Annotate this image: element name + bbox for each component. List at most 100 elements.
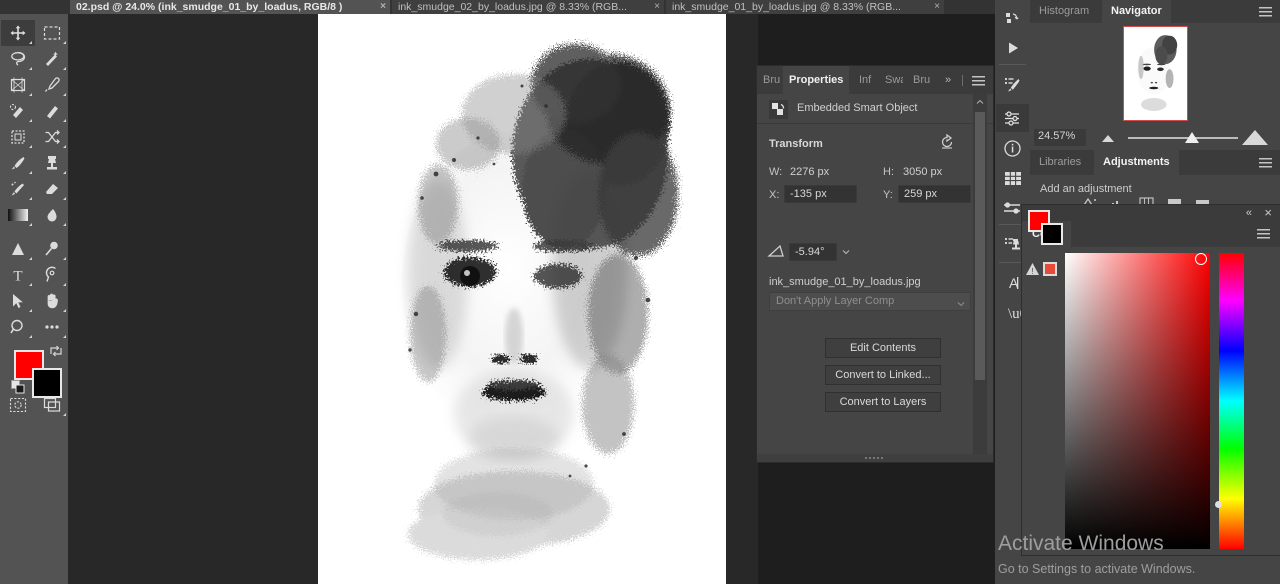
adjustments-tab-bar: Libraries Adjustments bbox=[1030, 150, 1280, 175]
eyedropper-tool[interactable] bbox=[35, 72, 69, 98]
adjustments-menu-icon[interactable] bbox=[1259, 158, 1272, 171]
properties-scrollbar[interactable] bbox=[973, 94, 987, 462]
navigator-footer: 24.57% bbox=[1030, 126, 1280, 150]
properties-panel: Bru Properties Inf Swa Bru » Embedded Sm… bbox=[757, 66, 993, 462]
color-hue-strip[interactable] bbox=[1219, 253, 1244, 549]
close-icon[interactable]: × bbox=[1264, 204, 1272, 222]
y-input[interactable]: 259 px bbox=[898, 185, 971, 203]
artboard[interactable] bbox=[318, 14, 726, 584]
color-field-marker[interactable] bbox=[1195, 253, 1207, 265]
crop-tool[interactable] bbox=[1, 72, 35, 98]
dodge-tool[interactable] bbox=[1, 236, 35, 262]
zoom-tool[interactable] bbox=[1, 314, 35, 340]
history-icon[interactable] bbox=[996, 4, 1029, 32]
lasso-tool[interactable] bbox=[1, 46, 35, 72]
swap-colors-icon[interactable] bbox=[49, 344, 63, 358]
convert-to-layers-button[interactable]: Convert to Layers bbox=[825, 392, 941, 412]
tab-libraries[interactable]: Libraries bbox=[1030, 150, 1090, 175]
tab-info[interactable]: Inf bbox=[853, 66, 875, 94]
edit-contents-button[interactable]: Edit Contents bbox=[825, 338, 941, 358]
smart-object-filename: ink_smudge_01_by_loadus.jpg bbox=[769, 276, 921, 288]
layer-comp-chevron-down-icon bbox=[957, 297, 965, 314]
properties-menu-icon[interactable] bbox=[972, 76, 985, 89]
layer-comp-value: Don't Apply Layer Comp bbox=[776, 295, 895, 307]
height-value[interactable]: 3050 px bbox=[903, 166, 942, 178]
tab-adjustments[interactable]: Adjustments bbox=[1094, 150, 1179, 175]
move-tool[interactable] bbox=[1, 20, 35, 46]
x-label: X: bbox=[769, 189, 780, 201]
color-hue-marker[interactable] bbox=[1215, 501, 1222, 508]
tabbar-divider bbox=[962, 75, 963, 86]
brush-tool[interactable] bbox=[1, 150, 35, 176]
document-tab-3[interactable]: ink_smudge_01_by_loadus.jpg @ 8.33% (RGB… bbox=[666, 0, 944, 14]
document-tab-3-close-icon[interactable]: × bbox=[934, 0, 940, 14]
healing-brush-tool[interactable] bbox=[35, 98, 69, 124]
smart-object-icon bbox=[769, 100, 788, 119]
spot-healing-brush-tool[interactable] bbox=[1, 98, 35, 124]
navigator-zoom-slider-handle[interactable] bbox=[1183, 129, 1201, 148]
properties-panel-tab-bar: Bru Properties Inf Swa Bru » bbox=[757, 66, 993, 94]
color-gradient-field[interactable] bbox=[1065, 253, 1210, 549]
tab-navigator[interactable]: Navigator bbox=[1102, 0, 1171, 23]
zoom-out-icon[interactable] bbox=[1098, 130, 1118, 147]
history-brush-tool[interactable] bbox=[1, 176, 35, 202]
convert-to-linked-button[interactable]: Convert to Linked... bbox=[825, 365, 941, 385]
brush-settings-icon[interactable] bbox=[996, 70, 1029, 98]
document-tab-2-close-icon[interactable]: × bbox=[654, 0, 660, 14]
blur-tool[interactable] bbox=[35, 202, 69, 228]
clone-stamp-tool[interactable] bbox=[35, 150, 69, 176]
horizontal-type-tool[interactable]: T bbox=[1, 262, 35, 288]
gradient-tool[interactable] bbox=[1, 202, 35, 228]
frame-tool[interactable] bbox=[1, 124, 35, 150]
color-panel-titlebar[interactable]: « × bbox=[1022, 205, 1280, 221]
panel-resize-grip[interactable] bbox=[757, 454, 993, 462]
quick-mask-tool[interactable] bbox=[1, 392, 35, 418]
watermark-title: Activate Windows bbox=[998, 532, 1164, 555]
width-value[interactable]: 2276 px bbox=[790, 166, 829, 178]
tab-swatches[interactable]: Swa bbox=[879, 66, 903, 94]
eraser-tool[interactable] bbox=[35, 176, 69, 202]
path-selection-tool[interactable] bbox=[1, 288, 35, 314]
document-tab-1[interactable]: 02.psd @ 24.0% (ink_smudge_01_by_loadus,… bbox=[70, 0, 390, 14]
x-input[interactable]: -135 px bbox=[784, 185, 857, 203]
color-menu-icon[interactable] bbox=[1257, 229, 1270, 242]
scroll-up-icon[interactable] bbox=[976, 97, 984, 105]
screen-mode-tool[interactable] bbox=[35, 392, 69, 418]
watermark-subtitle: Go to Settings to activate Windows. bbox=[998, 562, 1196, 576]
rectangular-marquee-tool[interactable] bbox=[35, 20, 69, 46]
windows-activation-watermark: Activate Windows Go to Settings to activ… bbox=[998, 532, 1280, 578]
gamut-warning-swatch[interactable] bbox=[1043, 262, 1057, 276]
tab-histogram[interactable]: Histogram bbox=[1030, 0, 1098, 23]
object-selection-tool[interactable] bbox=[35, 46, 69, 72]
reset-arrow-icon[interactable] bbox=[939, 133, 955, 150]
tab-brushes-2[interactable]: Bru bbox=[907, 66, 931, 94]
adjustments-sliders-icon[interactable] bbox=[996, 104, 1029, 132]
add-adjustment-label: Add an adjustment bbox=[1040, 183, 1132, 195]
pen-tool[interactable] bbox=[35, 236, 69, 262]
layer-comp-select[interactable]: Don't Apply Layer Comp bbox=[769, 292, 971, 311]
properties-scrollbar-thumb[interactable] bbox=[975, 112, 985, 380]
pen-path-tool[interactable] bbox=[35, 262, 69, 288]
tab-properties[interactable]: Properties bbox=[783, 66, 849, 94]
angle-input[interactable]: -5.94° bbox=[789, 243, 837, 261]
shuffle-tool[interactable] bbox=[35, 124, 69, 150]
actions-play-icon[interactable] bbox=[996, 34, 1029, 62]
angle-chevron-down-icon[interactable] bbox=[842, 247, 850, 255]
navigator-menu-icon[interactable] bbox=[1259, 7, 1272, 20]
navigator-tab-bar: Histogram Navigator bbox=[1030, 0, 1280, 23]
zoom-in-icon[interactable] bbox=[1240, 127, 1270, 150]
hand-tool[interactable] bbox=[35, 288, 69, 314]
tab-brushes-1[interactable]: Bru bbox=[757, 66, 781, 94]
document-tab-1-close-icon[interactable]: × bbox=[380, 0, 386, 14]
collapse-icon[interactable]: « bbox=[1246, 205, 1252, 221]
panel-overflow-icon[interactable]: » bbox=[939, 66, 957, 94]
gamut-warning-icon[interactable]: ! bbox=[1025, 262, 1040, 279]
swatches-grid-icon[interactable] bbox=[996, 164, 1029, 192]
navigator-zoom-value[interactable]: 24.57% bbox=[1034, 129, 1086, 146]
document-tab-2[interactable]: ink_smudge_02_by_loadus.jpg @ 8.33% (RGB… bbox=[392, 0, 664, 14]
info-icon[interactable] bbox=[996, 134, 1029, 162]
canvas-area[interactable] bbox=[68, 14, 758, 584]
color-background-swatch[interactable] bbox=[1041, 223, 1063, 245]
navigator-thumbnail[interactable] bbox=[1123, 26, 1188, 121]
edit-toolbar-tool[interactable] bbox=[35, 314, 69, 340]
